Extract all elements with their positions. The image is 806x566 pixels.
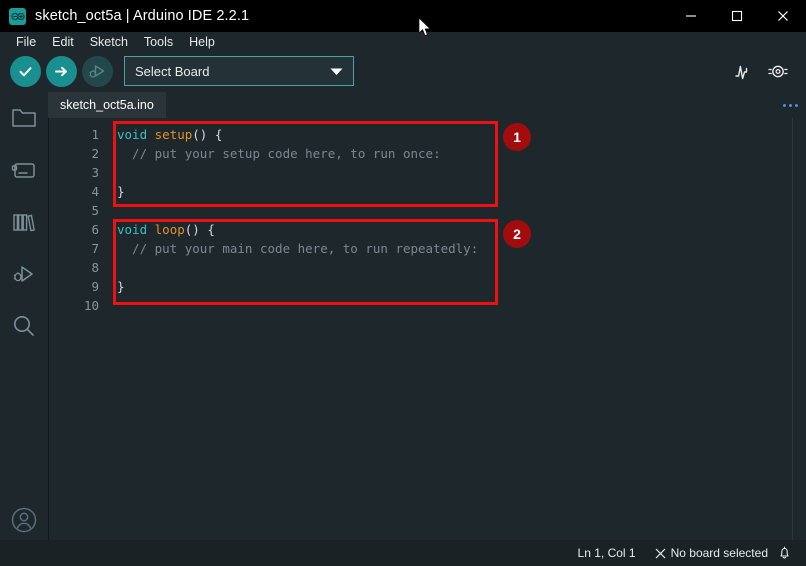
dot-3 <box>795 103 798 107</box>
serial-plotter-button[interactable] <box>731 60 755 84</box>
account-avatar-icon <box>11 507 37 533</box>
line-number-gutter: 1 2 3 4 5 6 7 8 9 10 <box>49 118 113 540</box>
arrow-right-icon <box>55 66 67 77</box>
code-content[interactable]: void setup() { // put your setup code he… <box>113 118 806 540</box>
close-x-icon <box>655 548 666 559</box>
code-token: setup <box>154 127 193 142</box>
line-number: 3 <box>91 165 99 180</box>
tab-overflow-menu-button[interactable] <box>783 92 798 118</box>
tab-label: sketch_oct5a.ino <box>60 98 154 112</box>
checkmark-icon <box>19 67 32 77</box>
sidebar-item-sketchbook[interactable] <box>0 92 48 144</box>
search-icon <box>14 316 34 336</box>
menu-help[interactable]: Help <box>181 32 223 52</box>
window-title: sketch_oct5a | Arduino IDE 2.2.1 <box>35 8 250 24</box>
line-number: 4 <box>91 184 99 199</box>
menu-edit[interactable]: Edit <box>44 32 82 52</box>
verify-button[interactable] <box>10 56 41 87</box>
board-select-value: Select Board <box>135 63 210 79</box>
debug-bug-play-icon <box>13 266 33 282</box>
serial-monitor-button[interactable] <box>766 60 790 84</box>
sidebar-item-library-manager[interactable] <box>0 196 48 248</box>
books-icon <box>13 214 35 232</box>
debug-bug-play-icon <box>89 65 105 78</box>
code-line: // put your setup code here, to run once… <box>117 144 441 163</box>
sidebar-item-account[interactable] <box>0 494 48 546</box>
dot-1 <box>783 103 786 107</box>
activity-bar <box>0 92 48 540</box>
editor-scrollbar[interactable] <box>792 118 806 540</box>
board-chip-icon <box>11 163 35 178</box>
line-number: 6 <box>91 222 99 237</box>
magnifier-plug-icon <box>768 65 788 78</box>
line-number: 7 <box>91 241 99 256</box>
menu-sketch[interactable]: Sketch <box>82 32 136 52</box>
code-line: } <box>117 277 125 296</box>
window-controls <box>668 0 806 32</box>
title-bar: sketch_oct5a | Arduino IDE 2.2.1 <box>0 0 806 32</box>
sidebar-item-search[interactable] <box>0 300 48 352</box>
arduino-ide-window: sketch_oct5a | Arduino IDE 2.2.1 File Ed… <box>0 0 806 566</box>
arduino-logo-icon <box>9 7 26 25</box>
board-status-label[interactable]: No board selected <box>671 546 768 560</box>
code-token: } <box>117 184 125 199</box>
line-number: 10 <box>83 298 99 313</box>
tab-sketch-oct5a[interactable]: sketch_oct5a.ino <box>48 92 166 118</box>
code-line: void loop() { <box>117 220 215 239</box>
line-number: 2 <box>91 146 99 161</box>
sidebar-item-boards-manager[interactable] <box>0 144 48 196</box>
code-token: void <box>117 127 148 142</box>
line-number: 5 <box>91 203 99 218</box>
code-token: loop <box>154 222 185 237</box>
status-bar: Ln 1, Col 1 No board selected <box>0 540 806 566</box>
folder-icon <box>12 109 36 127</box>
toolbar <box>0 52 806 92</box>
code-token: () { <box>184 222 215 237</box>
upload-button[interactable] <box>46 56 77 87</box>
line-number: 8 <box>91 260 99 275</box>
bell-icon[interactable] <box>778 546 791 560</box>
sidebar-item-debug[interactable] <box>0 248 48 300</box>
debug-button[interactable] <box>82 56 113 87</box>
code-token: } <box>117 279 125 294</box>
cursor-position-label: Ln 1, Col 1 <box>577 546 636 560</box>
chevron-down-icon <box>330 68 343 75</box>
code-line: } <box>117 182 125 201</box>
code-token: // put your main code here, to run repea… <box>117 241 479 256</box>
editor-tab-bar: sketch_oct5a.ino <box>48 92 806 118</box>
code-line: // put your main code here, to run repea… <box>117 239 478 258</box>
board-select-dropdown[interactable]: Select Board <box>124 56 354 86</box>
code-token: () { <box>192 127 223 142</box>
minimize-button[interactable] <box>668 0 714 32</box>
waveform-icon <box>735 65 748 80</box>
code-line: void setup() { <box>117 125 222 144</box>
code-token: // put your setup code here, to run once… <box>117 146 441 161</box>
dot-2 <box>789 103 792 107</box>
menu-tools[interactable]: Tools <box>136 32 181 52</box>
code-token: void <box>117 222 148 237</box>
line-number: 1 <box>91 127 99 142</box>
line-number: 9 <box>91 279 99 294</box>
menu-file[interactable]: File <box>8 32 44 52</box>
menu-bar: File Edit Sketch Tools Help <box>0 32 806 52</box>
close-button[interactable] <box>760 0 806 32</box>
maximize-button[interactable] <box>714 0 760 32</box>
